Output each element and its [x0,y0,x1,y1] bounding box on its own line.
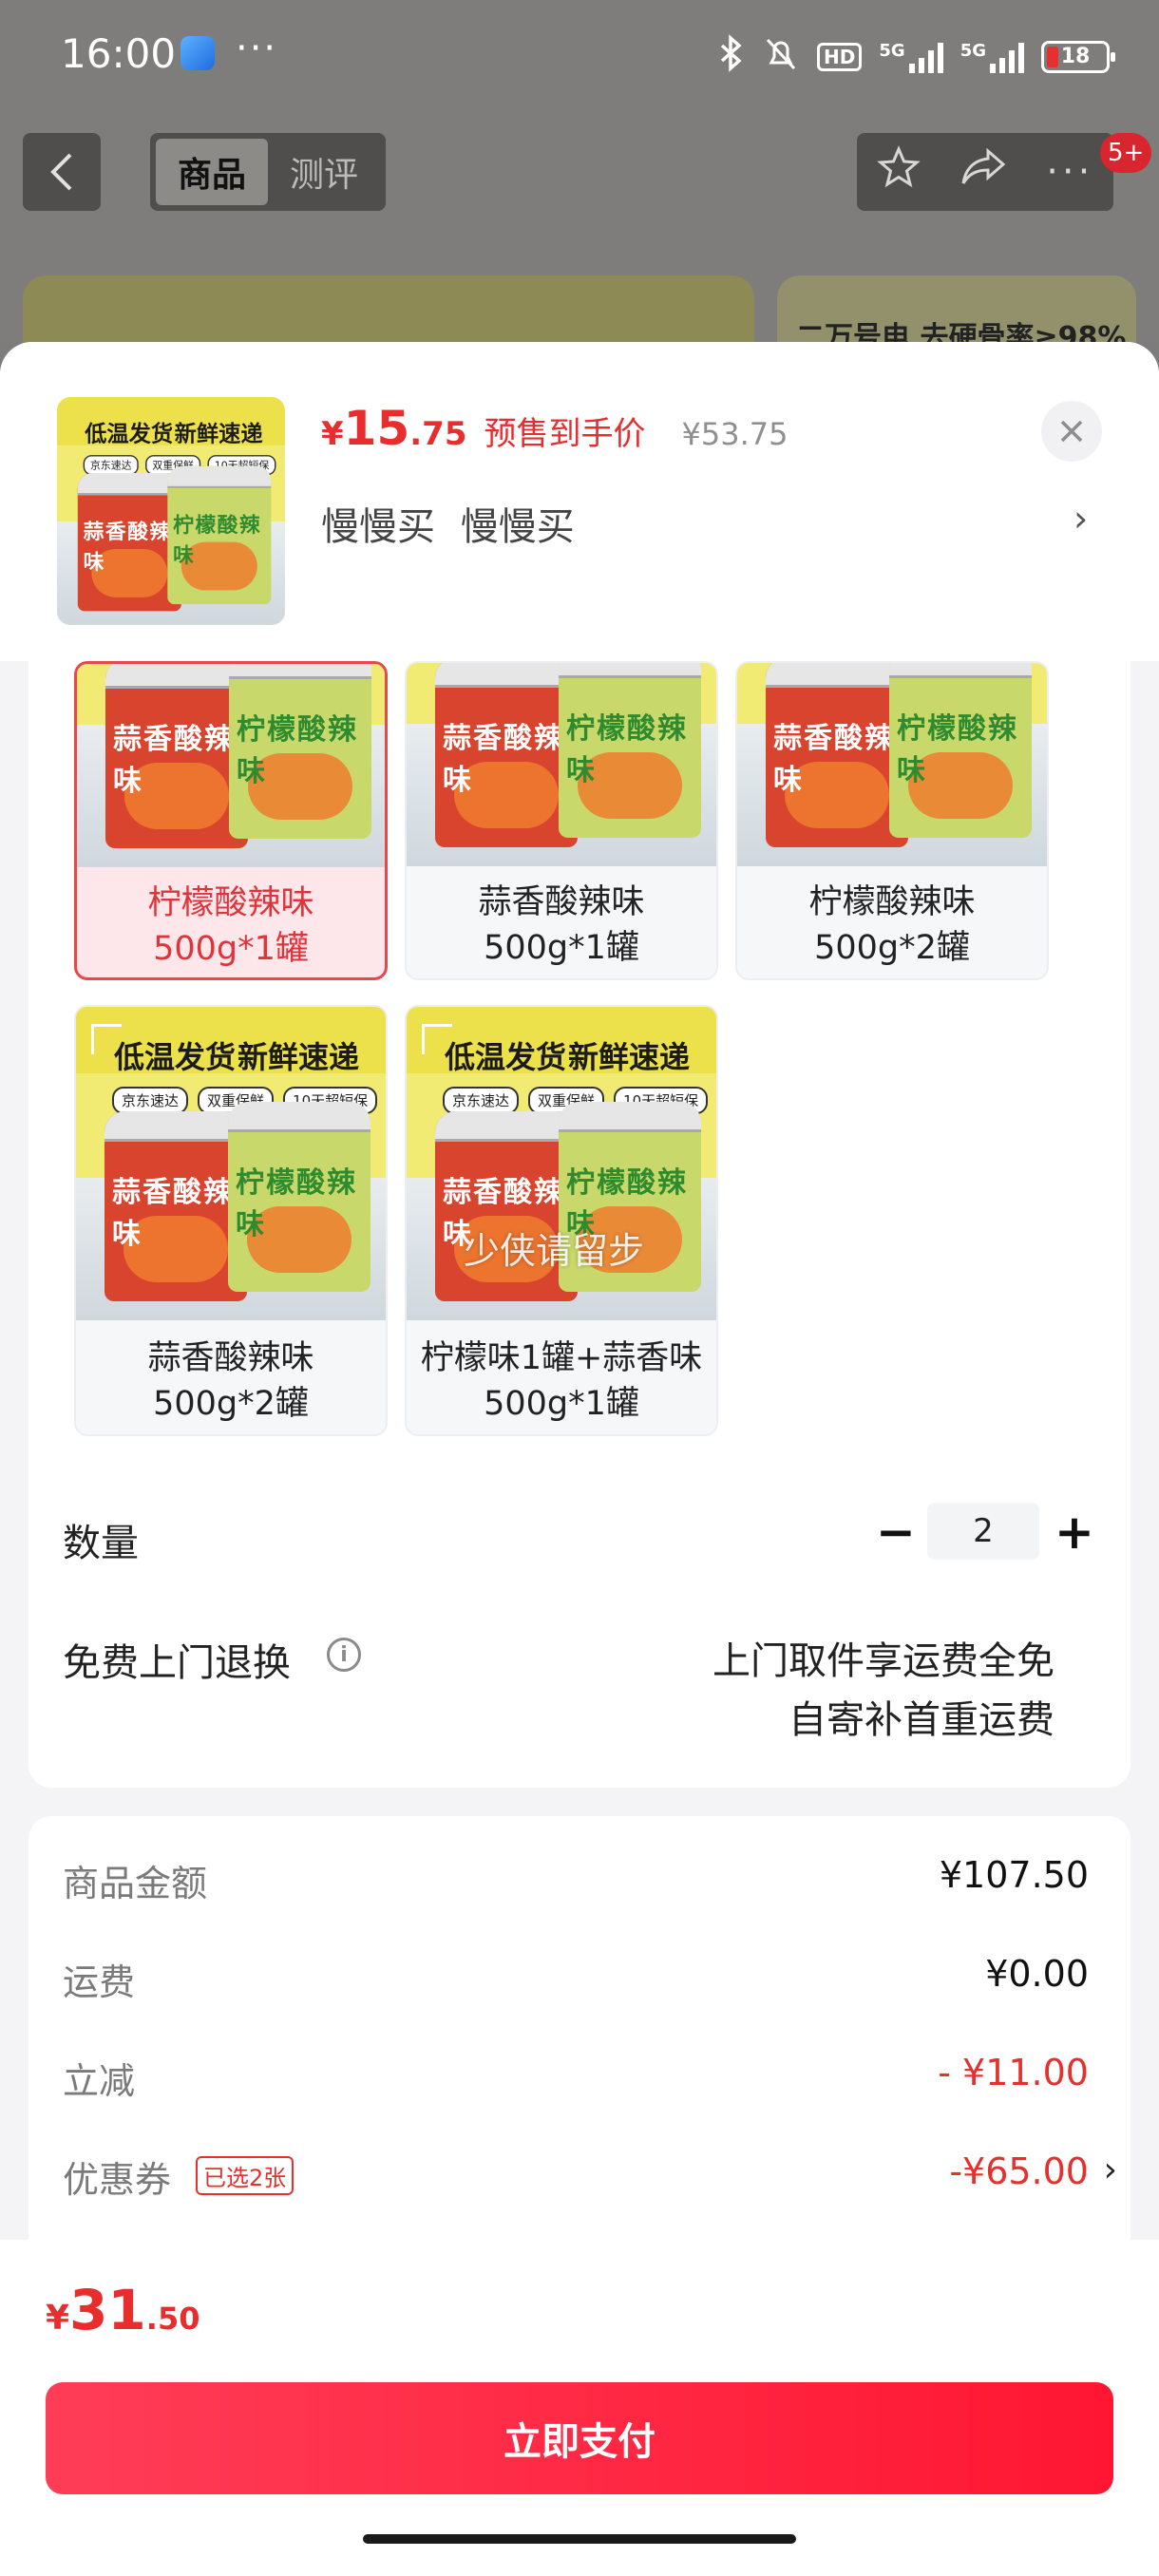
image-banner-right: 新鲜速递 [174,420,263,447]
tab-review[interactable]: 测评 [268,139,380,205]
price-decimal: .75 [409,415,467,453]
coupon-value: -¥65.00 [949,2150,1089,2192]
jar-label-green: 柠檬酸辣味 [173,513,262,568]
bluetooth-icon [718,34,745,79]
sku-selection-sheet: 低温发货 新鲜速递 京东速达 双重保鲜 10天超短保 蒜香酸辣味 柠檬酸辣味 ¥… [0,342,1159,2576]
more-notifications-icon: ··· [236,27,278,70]
status-time: 16:00 [61,30,177,77]
close-button[interactable] [1041,401,1102,462]
product-thumbnail[interactable]: 低温发货 新鲜速递 京东速达 双重保鲜 10天超短保 蒜香酸辣味 柠檬酸辣味 [57,397,285,625]
original-price: ¥53.75 [681,416,788,452]
goods-amount-row: 商品金额 ¥107.50 [63,1854,1089,1911]
background-page: 16:00 ··· HD 5G 5G 18 商品 测评 ··· 5+ 二万号电 … [0,0,1159,389]
page-tabs: 商品 测评 [150,133,386,211]
coupon-label: 优惠券 [63,2159,172,2201]
hd-icon: HD [817,42,863,71]
tab-product[interactable]: 商品 [156,139,268,205]
network-type-label: 5G [879,40,905,61]
pay-now-button[interactable]: 立即支付 [46,2382,1113,2494]
variant-size: 500g*1罐 [484,929,639,967]
product-image: 低温发货 新鲜速递 京东速达 双重保鲜 10天超短保 蒜香酸辣味 柠檬酸辣味 [57,397,285,625]
variant-name: 柠檬味1罐+蒜香味 [420,1339,703,1377]
presale-price-note: 预售到手价 [484,415,646,453]
variant-size: 500g*1罐 [153,930,309,968]
order-summary: 商品金额 ¥107.50 运费 ¥0.00 立减 - ¥11.00 优惠券 已选… [28,1816,1130,2272]
shipping-label: 运费 [63,1961,136,2003]
variant-name: 柠檬酸辣味 [808,883,976,921]
total-decimal: .50 [145,2301,200,2337]
variant-size: 500g*2罐 [153,1385,309,1423]
bottom-action-bar: ¥ 31 .50 立即支付 [0,2240,1159,2576]
chevron-right-icon[interactable]: › [1074,498,1088,540]
free-return-detail-2: 自寄补首重运费 [788,1698,1054,1742]
instant-discount-row: 立减 - ¥11.00 [63,2052,1089,2109]
app-notification-icon [180,36,215,70]
variant-option[interactable]: 蒜香酸辣味 柠檬酸辣味 柠檬酸辣味 500g*2罐 [735,661,1049,980]
price-line: ¥ 15 .75 预售到手价 ¥53.75 [321,401,788,456]
signal-icon-1: 5G [879,40,943,73]
variant-option[interactable]: 蒜香酸辣味 柠檬酸辣味 蒜香酸辣味 500g*1罐 [405,661,718,980]
network-type-label-2: 5G [960,40,986,61]
variant-size: 500g*2罐 [814,929,970,967]
variant-option[interactable]: 蒜香酸辣味 柠檬酸辣味 柠檬酸辣味 500g*1罐 [74,661,388,980]
sheet-header: 低温发货 新鲜速递 京东速达 双重保鲜 10天超短保 蒜香酸辣味 柠檬酸辣味 ¥… [0,342,1159,661]
mute-bell-icon [762,34,800,79]
coupon-row[interactable]: 优惠券 已选2张 -¥65.00 › [63,2150,1117,2207]
chevron-right-icon[interactable]: › [1104,2150,1117,2189]
total-currency: ¥ [46,2299,70,2338]
variant-option[interactable]: 低温发货 新鲜速递 京东速达 双重保鲜 10天超短保 蒜香酸辣味 柠檬酸辣味 少侠请留… [405,1005,718,1436]
quantity-input[interactable]: 2 [927,1503,1039,1560]
expand-image-icon[interactable] [422,1024,452,1054]
status-bar: 16:00 ··· HD 5G 5G 18 [0,0,1159,112]
shipping-row: 运费 ¥0.00 [63,1953,1089,2010]
variant-name: 蒜香酸辣味 [478,883,645,921]
watermark-text: 少侠请留步 [464,1230,645,1272]
instant-discount-label: 立减 [63,2060,136,2102]
battery-icon: 18 [1041,40,1115,73]
total-integer: 31 [69,2278,146,2342]
total-price: ¥ 31 .50 [46,2278,200,2342]
star-icon[interactable] [876,145,921,199]
image-banner-left: 低温发货 [85,420,174,447]
signal-icon-2: 5G [960,41,1024,73]
top-navigation: 商品 测评 ··· 5+ [0,133,1159,211]
expand-image-icon[interactable] [91,1024,122,1054]
share-icon[interactable] [960,145,1007,199]
home-indicator[interactable] [363,2534,796,2544]
close-icon [1060,420,1083,443]
variant-option[interactable]: 低温发货 新鲜速递 京东速达 双重保鲜 10天超短保 蒜香酸辣味 柠檬酸辣味 蒜香酸辣… [74,1005,388,1436]
more-icon[interactable]: ··· [1046,150,1093,194]
notification-badge: 5+ [1100,133,1152,173]
goods-amount-value: ¥107.50 [939,1854,1089,1896]
coupon-selected-badge: 已选2张 [196,2156,294,2195]
variant-name: 柠檬酸辣味 [147,884,314,922]
status-indicators: HD 5G 5G 18 [718,34,1115,79]
goods-amount-label: 商品金额 [63,1863,208,1904]
quantity-label: 数量 [63,1522,139,1565]
info-icon[interactable]: i [327,1638,361,1672]
shipping-value: ¥0.00 [985,1953,1089,1995]
variant-name: 蒜香酸辣味 [147,1339,314,1377]
product-subtitle: 慢慢买 慢慢买 [321,505,575,549]
price-currency: ¥ [321,415,344,453]
quantity-decrease-button[interactable]: − [864,1501,927,1563]
variant-panel: 蒜香酸辣味 柠檬酸辣味 柠檬酸辣味 500g*1罐 蒜香酸辣味 柠檬酸辣味 蒜香… [28,661,1130,1788]
nav-actions: ··· [857,133,1113,211]
battery-level: 18 [1060,45,1091,68]
quantity-increase-button[interactable]: + [1043,1501,1106,1563]
chevron-left-icon [50,153,72,191]
free-return-label: 免费上门退换 [63,1641,291,1685]
variant-size: 500g*1罐 [484,1385,639,1423]
free-return-detail-1: 上门取件享运费全免 [712,1639,1054,1683]
instant-discount-value: - ¥11.00 [938,2052,1089,2093]
price-integer: 15 [343,401,410,456]
back-button[interactable] [23,133,101,211]
